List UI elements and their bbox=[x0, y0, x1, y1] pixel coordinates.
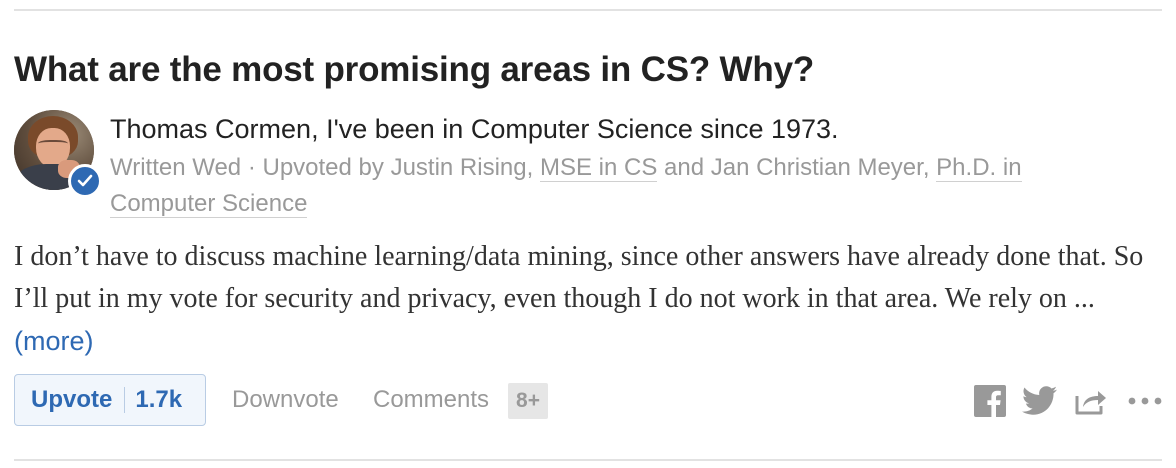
action-bar: Upvote 1.7k Downvote Comments 8+ bbox=[14, 374, 1162, 428]
verified-check-icon bbox=[68, 164, 102, 198]
bottom-divider bbox=[14, 459, 1162, 461]
author-avatar-container[interactable] bbox=[14, 110, 102, 198]
twitter-icon[interactable] bbox=[1022, 386, 1058, 416]
upvoter-1-credential[interactable]: MSE in CS bbox=[539, 154, 658, 182]
top-divider bbox=[14, 9, 1162, 11]
upvote-button[interactable]: Upvote 1.7k bbox=[14, 374, 206, 426]
upvote-label: Upvote bbox=[31, 386, 113, 413]
upvote-count: 1.7k bbox=[135, 386, 183, 413]
upvoter-1-name[interactable]: Justin Rising bbox=[391, 154, 527, 181]
upvoted-by-label: Upvoted by bbox=[262, 154, 391, 181]
meta-and: and bbox=[657, 154, 711, 181]
downvote-button[interactable]: Downvote bbox=[232, 386, 339, 414]
answer-text: I don’t have to discuss machine learning… bbox=[14, 236, 1154, 363]
meta-comma-2: , bbox=[922, 154, 937, 181]
upvoter-2-name[interactable]: Jan Christian Meyer bbox=[711, 154, 923, 181]
answer-snippet: I don’t have to discuss machine learning… bbox=[14, 241, 1144, 314]
facebook-icon[interactable] bbox=[974, 385, 1006, 417]
comments-button[interactable]: Comments bbox=[373, 386, 489, 414]
written-date[interactable]: Written Wed bbox=[110, 154, 241, 181]
author-name-credential[interactable]: Thomas Cormen, I've been in Computer Sci… bbox=[110, 111, 839, 147]
comments-count-badge[interactable]: 8+ bbox=[508, 383, 548, 419]
question-title[interactable]: What are the most promising areas in CS?… bbox=[14, 48, 814, 92]
meta-separator: · bbox=[241, 154, 263, 181]
meta-comma-1: , bbox=[526, 154, 540, 181]
share-icon[interactable] bbox=[1074, 386, 1108, 416]
share-icons bbox=[974, 382, 1162, 420]
more-link[interactable]: (more) bbox=[14, 326, 94, 356]
more-options-icon[interactable] bbox=[1128, 396, 1162, 406]
answer-meta: Written Wed · Upvoted by Justin Rising, … bbox=[110, 150, 1110, 222]
